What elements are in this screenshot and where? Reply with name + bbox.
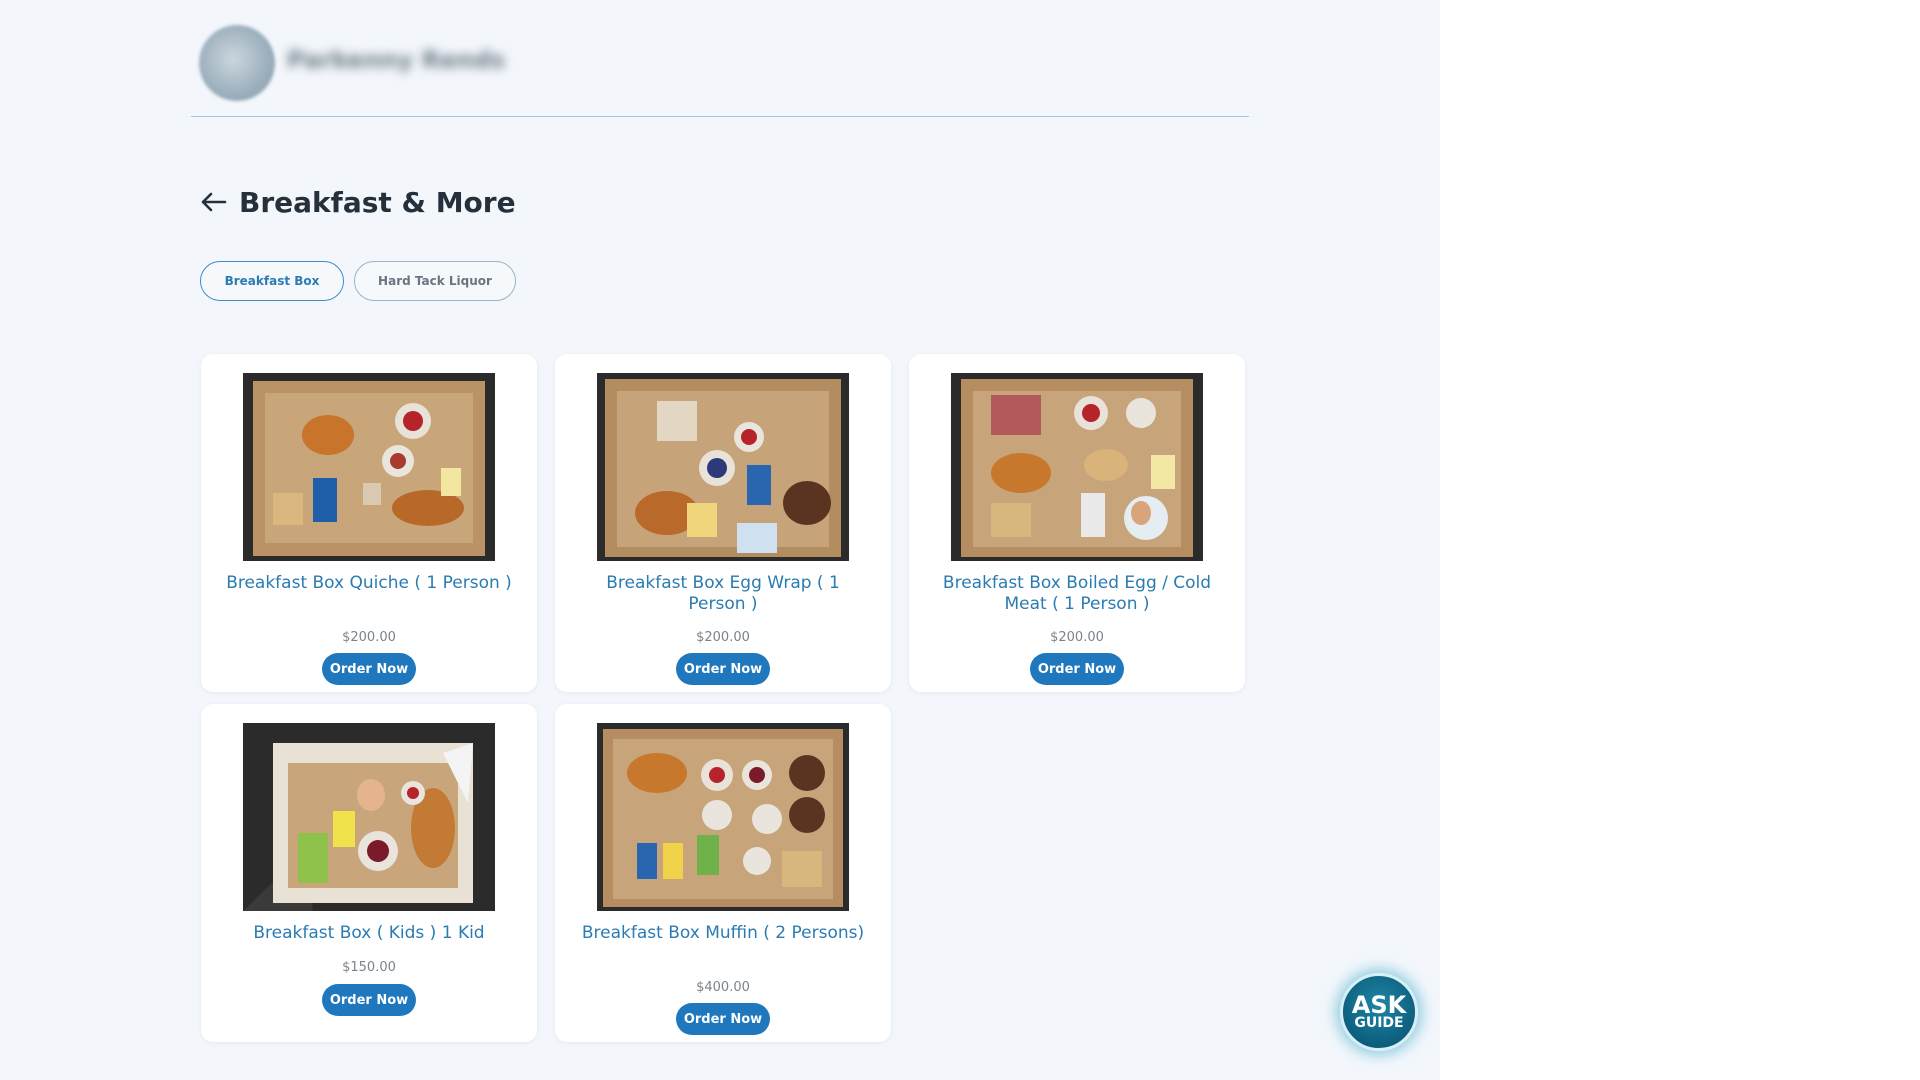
tab-hard-tack-liquor[interactable]: Hard Tack Liquor bbox=[354, 261, 516, 301]
product-name[interactable]: Breakfast Box ( Kids ) 1 Kid bbox=[221, 923, 517, 944]
category-tabs: Breakfast Box Hard Tack Liquor bbox=[200, 261, 516, 301]
ask-guide-label-top: ASK bbox=[1351, 991, 1407, 1019]
order-now-button[interactable]: Order Now bbox=[322, 984, 416, 1016]
back-arrow-icon[interactable] bbox=[199, 187, 229, 217]
order-now-button[interactable]: Order Now bbox=[1030, 653, 1124, 685]
ask-guide-button[interactable]: ASK GUIDE bbox=[1340, 973, 1418, 1051]
product-price: $200.00 bbox=[1050, 630, 1104, 645]
product-image[interactable] bbox=[243, 723, 495, 911]
product-card: Breakfast Box Boiled Egg / Cold Meat ( 1… bbox=[909, 354, 1245, 692]
product-card: Breakfast Box Egg Wrap ( 1 Person ) $200… bbox=[555, 354, 891, 692]
order-now-button[interactable]: Order Now bbox=[322, 653, 416, 685]
product-price: $200.00 bbox=[342, 630, 396, 645]
page-title: Breakfast & More bbox=[239, 185, 516, 219]
ask-guide-label-bottom: GUIDE bbox=[1354, 1015, 1404, 1031]
page: Parkenny Rends Breakfast & More Breakfas… bbox=[0, 0, 1440, 1080]
product-price: $200.00 bbox=[696, 630, 750, 645]
product-name[interactable]: Breakfast Box Quiche ( 1 Person ) bbox=[221, 573, 517, 594]
product-image[interactable] bbox=[243, 373, 495, 561]
order-now-button[interactable]: Order Now bbox=[676, 1003, 770, 1035]
product-image[interactable] bbox=[597, 373, 849, 561]
header: Parkenny Rends bbox=[191, 0, 1249, 117]
tab-breakfast-box[interactable]: Breakfast Box bbox=[200, 261, 344, 301]
product-name[interactable]: Breakfast Box Boiled Egg / Cold Meat ( 1… bbox=[929, 573, 1225, 615]
username: Parkenny Rends bbox=[287, 46, 506, 74]
product-name[interactable]: Breakfast Box Egg Wrap ( 1 Person ) bbox=[575, 573, 871, 615]
title-row: Breakfast & More bbox=[199, 180, 516, 224]
product-price: $150.00 bbox=[342, 960, 396, 975]
product-image[interactable] bbox=[597, 723, 849, 911]
order-now-button[interactable]: Order Now bbox=[676, 653, 770, 685]
product-image[interactable] bbox=[951, 373, 1203, 561]
avatar[interactable] bbox=[199, 25, 275, 101]
product-card: Breakfast Box ( Kids ) 1 Kid $150.00 Ord… bbox=[201, 704, 537, 1042]
product-name[interactable]: Breakfast Box Muffin ( 2 Persons) bbox=[575, 923, 871, 944]
product-price: $400.00 bbox=[696, 980, 750, 995]
product-card: Breakfast Box Quiche ( 1 Person ) $200.0… bbox=[201, 354, 537, 692]
product-card: Breakfast Box Muffin ( 2 Persons) $400.0… bbox=[555, 704, 891, 1042]
